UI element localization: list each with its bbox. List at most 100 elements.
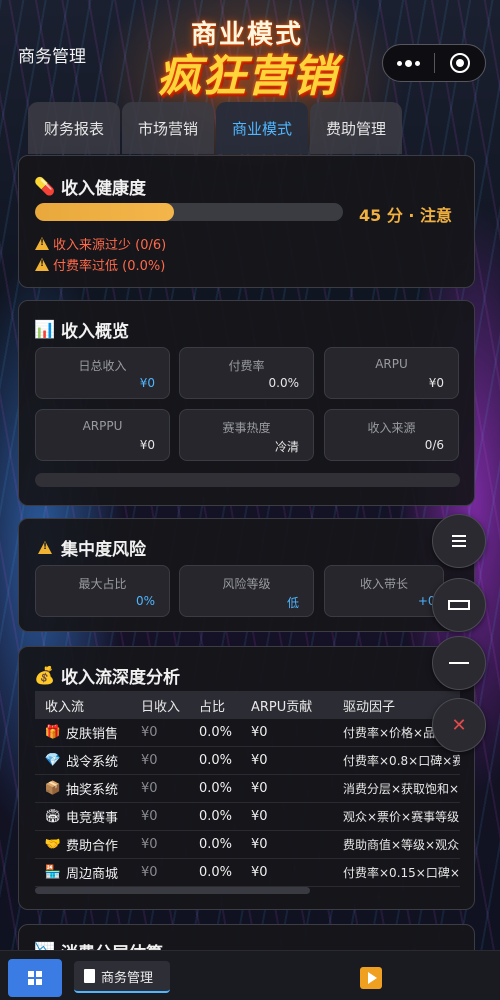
stat-daily-revenue: 日总收入 ¥0 [35, 347, 170, 399]
money-bag-icon: 💰 [34, 665, 56, 686]
taskbar-item-label: 商务管理 [101, 970, 154, 986]
table-row[interactable]: 💎 战令系统 ¥0 0.0% ¥0 付费率×0.8×口碑×赛 [35, 747, 460, 775]
warning-line: 付费率过低 (0.0%) [35, 255, 165, 274]
miniprogram-capsule [382, 44, 486, 82]
stat-value: 0.0% [268, 376, 300, 390]
risk-title-text: 集中度风险 [61, 540, 146, 560]
driver-cell: 付费率×0.15×口碑×赛 [343, 866, 460, 880]
close-button[interactable]: ✕ [432, 698, 486, 752]
risk-card: 集中度风险 最大占比 0% 风险等级 低 收入带长 +0.0 [18, 518, 475, 632]
stat-label: 付费率 [228, 359, 265, 373]
stream-name: 抽奖系统 [66, 783, 119, 798]
stat-value: 0/6 [424, 438, 444, 452]
warning-icon [35, 258, 49, 271]
top-bar: 商务管理 商业模式 疯狂营销 [0, 0, 500, 103]
daily-revenue-cell: ¥0 [141, 725, 158, 740]
col-header: 收入流 [45, 699, 85, 715]
stat-pay-rate: 付费率 0.0% [179, 347, 314, 399]
driver-cell: 消费分层×获取饱和× [343, 782, 460, 796]
arpu-cell: ¥0 [251, 837, 268, 852]
stat-revenue-sources: 收入来源 0/6 [324, 409, 459, 461]
more-button[interactable] [383, 45, 434, 81]
streams-title: 💰 收入流深度分析 [34, 663, 180, 689]
daily-revenue-cell: ¥0 [141, 753, 158, 768]
health-progress-fill [35, 203, 174, 221]
warning-icon [35, 237, 49, 250]
health-progress-bar [35, 203, 343, 221]
health-title-text: 收入健康度 [61, 179, 146, 199]
overview-title-text: 收入概览 [61, 322, 129, 342]
table-row[interactable]: 🤝 费助合作 ¥0 0.0% ¥0 费助商值×等级×观众 [35, 831, 460, 859]
taskbar-item-business[interactable]: 商务管理 [74, 961, 170, 993]
tab-sponsorship[interactable]: 费助管理 [310, 102, 403, 154]
risk-title: 集中度风险 [35, 535, 146, 560]
menu-icon [452, 532, 466, 550]
share-cell: 0.0% [199, 837, 233, 852]
promo-banner: 商业模式 疯狂营销 [132, 14, 362, 103]
driver-cell: 观众×票价×赛事等级 [343, 810, 460, 824]
table-scrollbar[interactable] [35, 887, 310, 894]
warning-text: 收入来源过少 (0/6) [53, 238, 167, 253]
start-button[interactable] [8, 959, 62, 997]
media-player-button[interactable] [360, 967, 382, 989]
daily-revenue-cell: ¥0 [141, 837, 158, 852]
stat-label: ARPU [375, 357, 408, 371]
banner-line2: 疯狂营销 [157, 51, 337, 102]
warning-text: 付费率过低 (0.0%) [53, 259, 166, 274]
stat-label: ARPPU [82, 419, 123, 433]
share-cell: 0.0% [199, 725, 233, 740]
stat-risk-level: 风险等级 低 [179, 565, 314, 617]
target-icon [449, 53, 470, 73]
table-header: 收入流 日收入 占比 ARPU贡献 驱动因子 [35, 691, 460, 719]
health-card: 💊 收入健康度 45 分 · 注意 收入来源过少 (0/6) 付费率过低 (0.… [18, 155, 475, 288]
play-icon [367, 972, 377, 984]
tab-marketing[interactable]: 市场营销 [122, 102, 215, 154]
tab-finance-report[interactable]: 财务报表 [28, 102, 121, 154]
close-miniprogram-button[interactable] [435, 45, 486, 81]
streams-card: 💰 收入流深度分析 收入流 日收入 占比 ARPU贡献 驱动因子 🎁 皮肤销售 ¥0… [18, 646, 475, 910]
stat-arpu: ARPU ¥0 [324, 347, 459, 399]
tab-business-model[interactable]: 商业模式 [216, 102, 309, 154]
table-row[interactable]: 🏪 周边商城 ¥0 0.0% ¥0 付费率×0.15×口碑×赛 [35, 859, 460, 887]
stat-label: 风险等级 [222, 577, 271, 591]
stat-value: 冷清 [274, 440, 299, 454]
arpu-cell: ¥0 [251, 725, 268, 740]
stream-icon: 📦 [44, 781, 62, 796]
daily-revenue-cell: ¥0 [141, 809, 158, 824]
stream-name-cell: 🤝 费助合作 [35, 835, 131, 854]
banner-line1: 商业模式 [190, 20, 303, 50]
stat-value: 低 [286, 596, 299, 610]
stream-icon: 🏟 [44, 809, 62, 824]
stat-label: 赛事热度 [222, 421, 271, 435]
restore-button[interactable] [432, 578, 486, 632]
stream-name: 战令系统 [66, 755, 119, 770]
stat-value: ¥0 [428, 376, 444, 390]
stream-icon: 🤝 [44, 837, 62, 852]
overview-title: 📊 收入概览 [34, 317, 129, 343]
streams-title-text: 收入流深度分析 [61, 668, 180, 688]
taskbar: 商务管理 [0, 950, 500, 1000]
windows-grid-icon [28, 971, 42, 985]
bar-chart-icon: 📊 [34, 319, 56, 340]
stat-value: 0% [135, 594, 155, 608]
share-cell: 0.0% [199, 753, 233, 768]
menu-button[interactable] [432, 514, 486, 568]
stream-name: 皮肤销售 [66, 727, 119, 742]
warning-triangle-icon [35, 541, 55, 554]
stream-name-cell: 📦 抽奖系统 [35, 779, 131, 798]
table-row[interactable]: 🏟 电竞赛事 ¥0 0.0% ¥0 观众×票价×赛事等级 [35, 803, 460, 831]
col-header: 日收入 [141, 699, 181, 715]
arpu-cell: ¥0 [251, 865, 268, 880]
table-row[interactable]: 🎁 皮肤销售 ¥0 0.0% ¥0 付费率×价格×品 [35, 719, 460, 747]
share-cell: 0.0% [199, 865, 233, 880]
daily-revenue-cell: ¥0 [141, 781, 158, 796]
stat-label: 收入带长 [359, 577, 408, 591]
app-title: 商务管理 [18, 47, 86, 67]
col-header: ARPU贡献 [251, 699, 313, 715]
tab-bar: 财务报表 市场营销 商业模式 费助管理 [28, 102, 404, 154]
overview-scrollbar[interactable] [35, 473, 460, 487]
table-row[interactable]: 📦 抽奖系统 ¥0 0.0% ¥0 消费分层×获取饱和× [35, 775, 460, 803]
minimize-button[interactable] [432, 636, 486, 690]
stat-event-heat: 赛事热度 冷清 [179, 409, 314, 461]
health-title: 💊 收入健康度 [34, 174, 146, 200]
